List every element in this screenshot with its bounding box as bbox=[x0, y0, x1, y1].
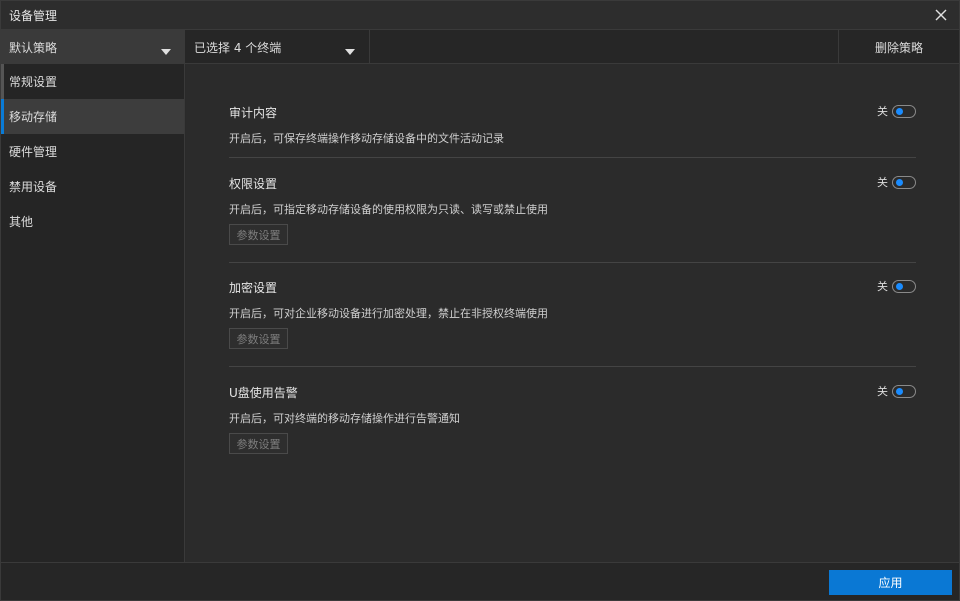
terminal-dropdown[interactable]: 已选择 4 个终端 bbox=[185, 30, 370, 64]
toggle-state-label: 关 bbox=[877, 105, 888, 118]
sidebar: 常规设置 移动存储 硬件管理 禁用设备 其他 bbox=[1, 64, 185, 562]
toggle-state-label: 关 bbox=[877, 385, 888, 398]
section-title: 加密设置 bbox=[229, 281, 278, 295]
sidebar-item-label: 其他 bbox=[9, 215, 34, 229]
toggle-knob bbox=[896, 107, 903, 115]
toggle-state-label: 关 bbox=[877, 176, 888, 189]
section-title: 权限设置 bbox=[229, 177, 278, 191]
audit-toggle[interactable] bbox=[892, 104, 916, 118]
encryption-params-button[interactable]: 参数设置 bbox=[229, 328, 288, 349]
apply-button[interactable]: 应用 bbox=[829, 570, 952, 595]
section-title: U盘使用告警 bbox=[229, 386, 298, 400]
usb-alert-toggle[interactable] bbox=[892, 384, 916, 398]
close-icon[interactable] bbox=[933, 7, 949, 23]
encryption-toggle-group: 关 bbox=[877, 278, 916, 294]
encryption-section: 加密设置 关 开启后，可对企业移动设备进行加密处理，禁止在非授权终端使用 参数设… bbox=[229, 263, 916, 367]
sidebar-item-label: 硬件管理 bbox=[9, 145, 58, 159]
toggle-knob bbox=[896, 178, 903, 186]
toggle-knob bbox=[896, 387, 903, 395]
toggle-state-label: 关 bbox=[877, 280, 888, 293]
device-management-window: 设备管理 默认策略 已选择 4 个终端 删除策略 常规设置 移动存储 硬件管理 … bbox=[0, 0, 960, 601]
toolbar: 默认策略 已选择 4 个终端 删除策略 bbox=[1, 30, 959, 64]
delete-policy-button[interactable]: 删除策略 bbox=[838, 30, 959, 64]
policy-dropdown-value: 默认策略 bbox=[9, 40, 58, 55]
usb-alert-section: U盘使用告警 关 开启后，可对终端的移动存储操作进行告警通知 参数设置 bbox=[229, 367, 916, 467]
window-title: 设备管理 bbox=[9, 8, 58, 23]
caret-down-icon bbox=[161, 44, 171, 58]
permission-params-button[interactable]: 参数设置 bbox=[229, 224, 288, 245]
permission-toggle[interactable] bbox=[892, 175, 916, 189]
sidebar-item-label: 移动存储 bbox=[9, 110, 58, 124]
sidebar-item-hardware[interactable]: 硬件管理 bbox=[1, 134, 184, 169]
permission-toggle-group: 关 bbox=[877, 174, 916, 190]
section-description: 开启后，可对终端的移动存储操作进行告警通知 bbox=[229, 412, 460, 425]
usb-alert-params-button[interactable]: 参数设置 bbox=[229, 433, 288, 454]
audit-section: 审计内容 关 开启后，可保存终端操作移动存储设备中的文件活动记录 bbox=[229, 94, 916, 158]
sidebar-item-other[interactable]: 其他 bbox=[1, 204, 184, 239]
policy-dropdown[interactable]: 默认策略 bbox=[1, 30, 185, 64]
sidebar-item-removable-storage[interactable]: 移动存储 bbox=[1, 99, 184, 134]
title-bar: 设备管理 bbox=[1, 1, 959, 30]
usb-alert-toggle-group: 关 bbox=[877, 383, 916, 399]
caret-down-icon bbox=[345, 44, 355, 58]
encryption-toggle[interactable] bbox=[892, 279, 916, 293]
section-description: 开启后，可对企业移动设备进行加密处理，禁止在非授权终端使用 bbox=[229, 307, 548, 320]
main-content: 审计内容 关 开启后，可保存终端操作移动存储设备中的文件活动记录 权限设置 关 … bbox=[186, 64, 959, 562]
footer-bar: 应用 bbox=[1, 562, 959, 600]
permission-section: 权限设置 关 开启后，可指定移动存储设备的使用权限为只读、读写或禁止使用 参数设… bbox=[229, 158, 916, 263]
sidebar-item-disabled-devices[interactable]: 禁用设备 bbox=[1, 169, 184, 204]
sidebar-item-general[interactable]: 常规设置 bbox=[1, 64, 184, 99]
audit-toggle-group: 关 bbox=[877, 103, 916, 119]
section-description: 开启后，可保存终端操作移动存储设备中的文件活动记录 bbox=[229, 132, 504, 145]
sidebar-item-label: 常规设置 bbox=[9, 75, 58, 89]
section-title: 审计内容 bbox=[229, 106, 278, 120]
terminal-dropdown-value: 已选择 4 个终端 bbox=[194, 40, 282, 55]
sidebar-item-label: 禁用设备 bbox=[9, 180, 58, 194]
toggle-knob bbox=[896, 282, 903, 290]
section-description: 开启后，可指定移动存储设备的使用权限为只读、读写或禁止使用 bbox=[229, 203, 548, 216]
